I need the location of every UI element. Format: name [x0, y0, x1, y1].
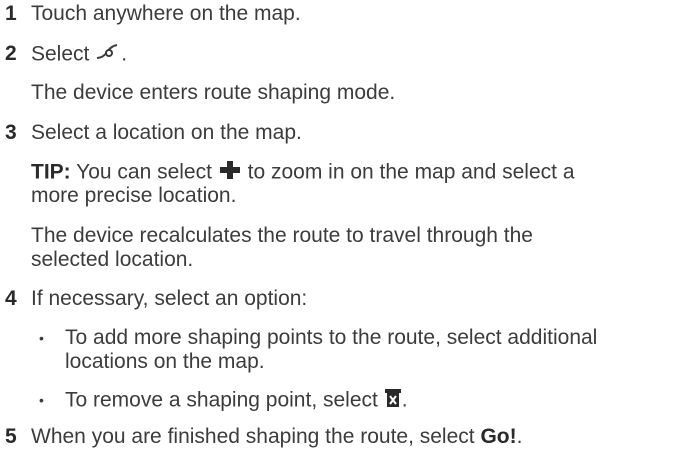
step-text: If necessary, select an option:	[31, 287, 308, 310]
step-number: 4	[5, 287, 17, 310]
step-3-result-line-2: selected location.	[31, 248, 194, 271]
option-text-before: To remove a shaping point, select	[65, 388, 384, 412]
step-number: 5	[5, 425, 17, 448]
tip: TIP: You can select to zoom in on the ma…	[31, 160, 651, 186]
step-2-result: The device enters route shaping mode.	[31, 81, 396, 104]
delete-icon	[384, 388, 402, 414]
route-shaping-icon	[95, 42, 121, 68]
option-text-after: .	[401, 388, 408, 412]
step-text: Select .	[31, 42, 664, 68]
step-3-result-line-1: The device recalculates the route to tra…	[31, 224, 533, 247]
tip-label: TIP:	[31, 160, 71, 184]
option-text: To remove a shaping point, select .	[65, 388, 675, 414]
instructions-page: 1 Touch anywhere on the map. 2 Select . …	[0, 0, 684, 448]
step-text-after: .	[121, 42, 128, 66]
tip-text-after: to zoom in on the map and select a	[241, 160, 575, 184]
step-text-before: When you are finished shaping the route,…	[31, 425, 481, 448]
step-text: Touch anywhere on the map.	[31, 2, 301, 25]
option-text-line-2: locations on the map.	[65, 350, 265, 373]
plus-zoom-icon	[218, 160, 242, 186]
step-text: When you are finished shaping the route,…	[31, 425, 664, 449]
option-text-line-1: To add more shaping points to the route,…	[65, 326, 598, 349]
tip-line-2: more precise location.	[31, 184, 237, 207]
bullet: •	[39, 330, 44, 346]
step-text: Select a location on the map.	[31, 121, 302, 144]
step-number: 1	[5, 2, 17, 25]
tip-text-before: You can select	[70, 160, 218, 184]
step-number: 2	[5, 42, 17, 65]
step-text-before: Select	[31, 42, 96, 66]
step-text-after: .	[516, 425, 523, 448]
step-number: 3	[5, 121, 17, 144]
bullet: •	[39, 392, 44, 408]
go-label: Go!	[480, 425, 517, 448]
